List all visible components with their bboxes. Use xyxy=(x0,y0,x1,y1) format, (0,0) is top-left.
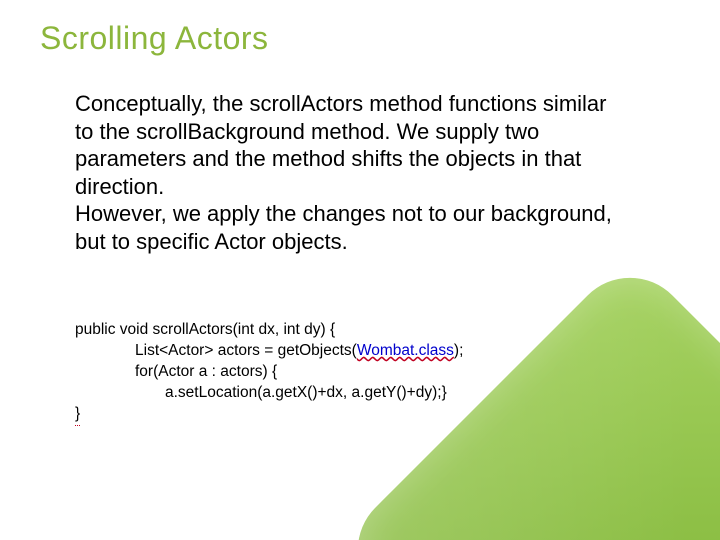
slide: Scrolling Actors Conceptually, the scrol… xyxy=(0,0,720,540)
body-text: Conceptually, the scrollActors method fu… xyxy=(75,90,630,255)
body-paragraph-1: Conceptually, the scrollActors method fu… xyxy=(75,91,606,199)
body-paragraph-2: However, we apply the changes not to our… xyxy=(75,201,612,254)
code-line-5: } xyxy=(75,405,80,422)
code-class-ref: Wombat.class xyxy=(357,342,454,359)
slide-title: Scrolling Actors xyxy=(40,20,269,57)
code-line-1: public void scrollActors(int dx, int dy)… xyxy=(75,321,335,338)
code-line-2a: List<Actor> actors = getObjects( xyxy=(135,342,357,359)
code-line-2c: ); xyxy=(454,342,463,359)
